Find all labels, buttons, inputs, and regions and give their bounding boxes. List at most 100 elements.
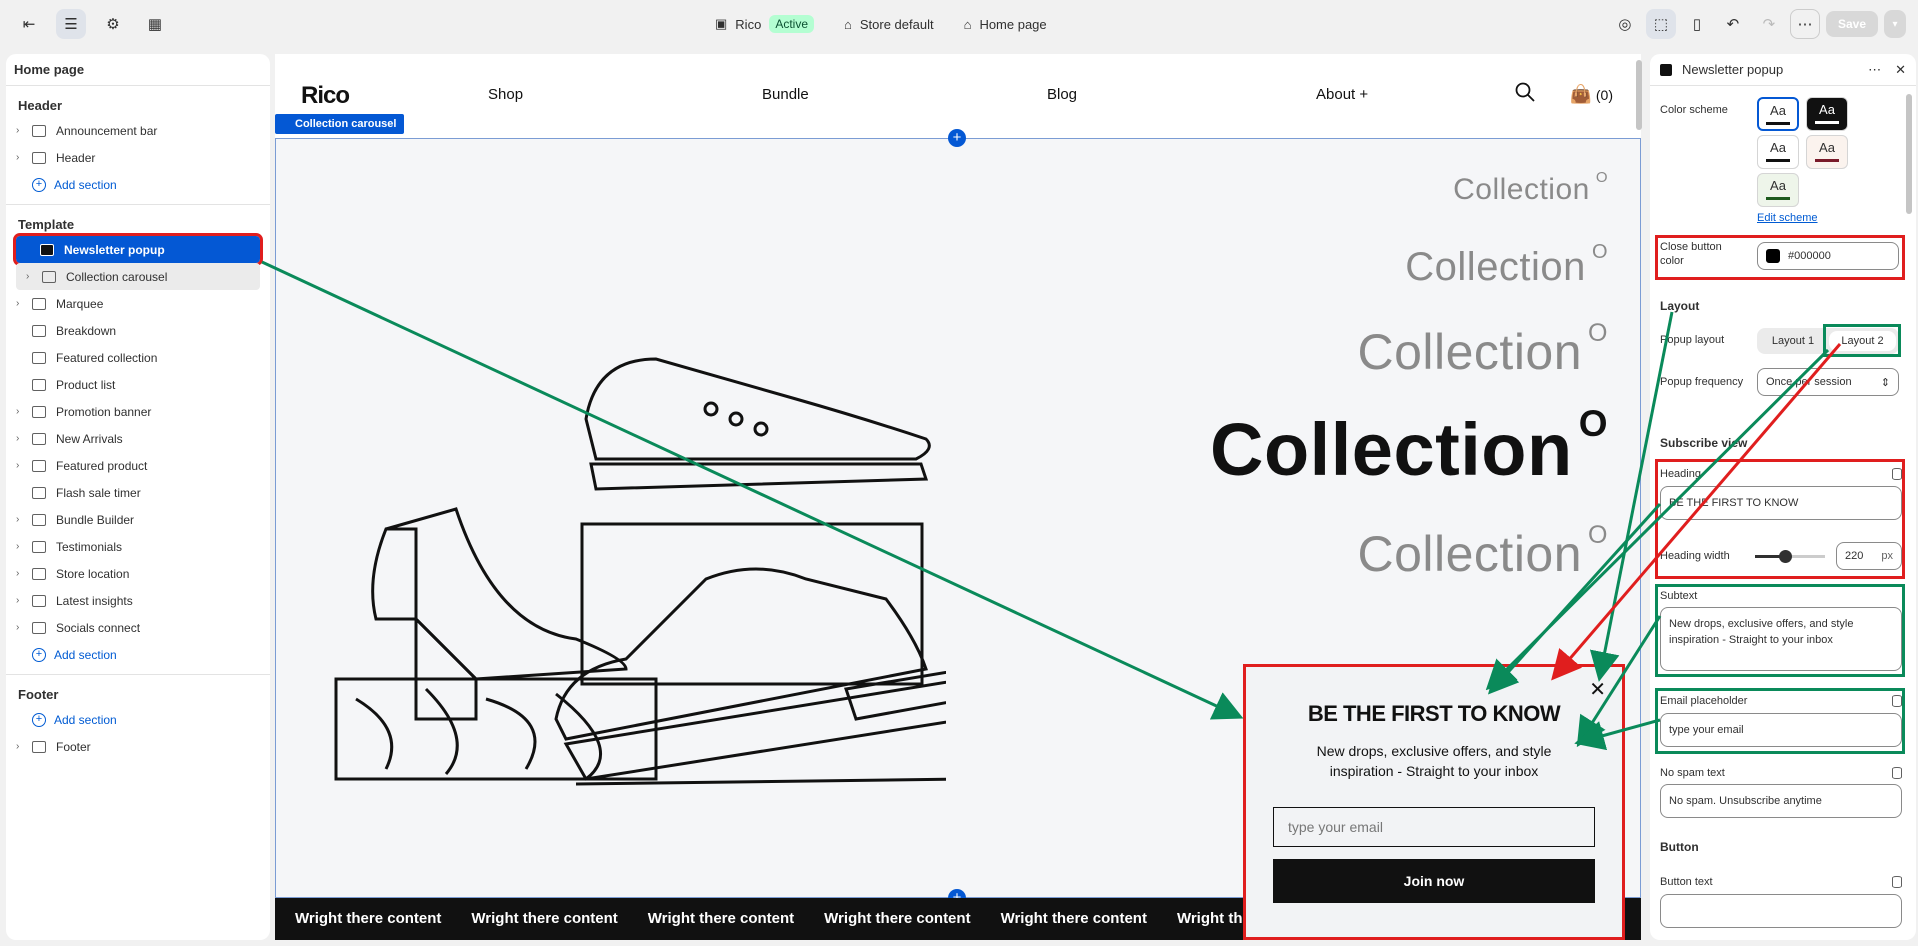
more-icon[interactable]: ⋯ xyxy=(1868,62,1881,78)
apps-icon[interactable]: ▦ xyxy=(140,9,170,39)
section-tag[interactable]: Collection carousel xyxy=(275,114,405,134)
collection-count: O xyxy=(1591,241,1608,263)
store-selector[interactable]: ▣ Rico Active xyxy=(715,15,814,33)
dynamic-source-icon[interactable] xyxy=(1892,876,1902,888)
add-section-template[interactable]: + Add section xyxy=(6,641,270,668)
chevron-right-icon[interactable]: › xyxy=(16,152,28,163)
exit-icon[interactable]: ⇤ xyxy=(14,9,44,39)
nav-bundle[interactable]: Bundle xyxy=(762,86,809,103)
button-text-input[interactable] xyxy=(1660,894,1902,928)
theme-selector[interactable]: ⌂ Store default xyxy=(844,17,934,32)
nav-blog[interactable]: Blog xyxy=(1047,86,1077,103)
chevron-right-icon[interactable]: › xyxy=(16,406,28,417)
collection-item-active[interactable]: Collection O xyxy=(1210,403,1608,492)
sidebar-item-new-arrivals[interactable]: › New Arrivals xyxy=(6,425,270,452)
nav-about[interactable]: About + xyxy=(1316,86,1368,103)
sections-icon[interactable]: ☰ xyxy=(56,9,86,39)
join-now-button[interactable]: Join now xyxy=(1273,859,1595,903)
popup-layout-label: Popup layout xyxy=(1660,334,1725,346)
color-scheme-option-2[interactable]: Aa xyxy=(1806,97,1848,131)
color-scheme-option-3[interactable]: Aa xyxy=(1757,135,1799,169)
search-icon[interactable] xyxy=(1515,82,1535,102)
panel-title: Newsletter popup xyxy=(1682,62,1784,77)
sidebar-title: Home page xyxy=(6,54,270,86)
dynamic-source-icon[interactable] xyxy=(1892,767,1902,779)
chevron-right-icon[interactable]: › xyxy=(16,595,28,606)
save-dropdown-icon[interactable]: ▾ xyxy=(1884,10,1906,38)
sidebar-item-store-location[interactable]: › Store location xyxy=(6,560,270,587)
collection-label: Collection xyxy=(1405,245,1586,289)
collection-item-1[interactable]: Collection O xyxy=(1453,169,1608,207)
preview-canvas: Rico Shop Bundle Blog About + 👜 (0) Coll… xyxy=(275,54,1641,940)
popup-email-input[interactable]: type your email xyxy=(1273,807,1595,847)
store-name: Rico xyxy=(735,16,762,32)
chevron-right-icon[interactable]: › xyxy=(16,433,28,444)
sidebar-item-latest-insights[interactable]: › Latest insights xyxy=(6,587,270,614)
chevron-right-icon[interactable]: › xyxy=(26,271,38,282)
sidebar-item-flash-sale-timer[interactable]: Flash sale timer xyxy=(6,479,270,506)
chevron-right-icon[interactable]: › xyxy=(16,568,28,579)
section-icon xyxy=(32,151,46,164)
chevron-right-icon[interactable]: › xyxy=(16,741,28,752)
sidebar-item-newsletter-popup[interactable]: Newsletter popup xyxy=(13,233,263,266)
more-icon[interactable]: ⋯ xyxy=(1789,9,1820,39)
mobile-preview-icon[interactable]: ▯ xyxy=(1682,9,1712,39)
nav-shop[interactable]: Shop xyxy=(488,86,523,103)
add-section-footer[interactable]: + Add section xyxy=(6,706,270,733)
sidebar-item-label: Promotion banner xyxy=(56,404,152,419)
sidebar-item-promotion-banner[interactable]: › Promotion banner xyxy=(6,398,270,425)
close-icon[interactable]: ✕ xyxy=(1589,677,1606,702)
footer-group-title: Footer xyxy=(18,687,59,702)
panel-header: Newsletter popup ⋯ ✕ xyxy=(1650,54,1916,86)
section-icon xyxy=(32,124,46,137)
chevron-right-icon[interactable]: › xyxy=(16,541,28,552)
save-button[interactable]: Save xyxy=(1825,11,1878,37)
layout-1-option[interactable]: Layout 1 xyxy=(1760,331,1826,351)
color-scheme-option-5[interactable]: Aa xyxy=(1757,173,1799,207)
add-section-header[interactable]: + Add section xyxy=(6,171,270,198)
chevron-right-icon[interactable]: › xyxy=(16,514,28,525)
canvas-scrollbar[interactable] xyxy=(1636,60,1642,130)
section-icon xyxy=(32,351,46,364)
edit-scheme-link[interactable]: Edit scheme xyxy=(1757,212,1818,224)
add-section-top-icon[interactable]: + xyxy=(948,129,966,147)
chevron-right-icon[interactable]: › xyxy=(16,460,28,471)
sidebar-item-product-list[interactable]: Product list xyxy=(6,371,270,398)
shop-icon: ⌂ xyxy=(844,16,852,32)
collection-count: O xyxy=(1578,403,1608,444)
no-spam-input[interactable]: No spam. Unsubscribe anytime xyxy=(1660,784,1902,818)
sidebar-item-socials-connect[interactable]: › Socials connect xyxy=(6,614,270,641)
page-selector[interactable]: ⌂ Home page xyxy=(964,17,1047,32)
color-scheme-option-1[interactable]: Aa xyxy=(1757,97,1799,131)
gear-icon[interactable]: ⚙ xyxy=(98,9,128,39)
shoes-illustration xyxy=(334,357,946,786)
inspector-icon[interactable]: ◎ xyxy=(1610,9,1640,39)
collection-item-3[interactable]: Collection O xyxy=(1357,319,1608,381)
sidebar-item-label: Announcement bar xyxy=(56,123,158,138)
sidebar-item-featured-product[interactable]: › Featured product xyxy=(6,452,270,479)
chevron-right-icon[interactable]: › xyxy=(16,622,28,633)
collection-item-2[interactable]: Collection O xyxy=(1405,241,1608,290)
chevron-right-icon[interactable]: › xyxy=(16,298,28,309)
sidebar-item-marquee[interactable]: › Marquee xyxy=(6,290,270,317)
undo-icon[interactable]: ↶ xyxy=(1718,9,1748,39)
close-icon[interactable]: ✕ xyxy=(1895,62,1906,78)
sidebar-item-collection-carousel[interactable]: › Collection carousel xyxy=(16,263,260,290)
chevron-right-icon[interactable]: › xyxy=(16,125,28,136)
sidebar-item-breakdown[interactable]: Breakdown xyxy=(6,317,270,344)
collection-item-5[interactable]: Collection O xyxy=(1357,521,1608,583)
cart-link[interactable]: 👜 (0) xyxy=(1570,84,1613,105)
panel-scrollbar[interactable] xyxy=(1906,94,1912,214)
color-scheme-option-4[interactable]: Aa xyxy=(1806,135,1848,169)
sidebar-item-bundle-builder[interactable]: › Bundle Builder xyxy=(6,506,270,533)
popup-frequency-select[interactable]: Once per session ⇕ xyxy=(1757,368,1899,396)
sidebar-item-footer[interactable]: › Footer xyxy=(6,733,270,760)
redo-icon[interactable]: ↷ xyxy=(1754,9,1784,39)
swatch-text: Aa xyxy=(1770,140,1786,155)
sidebar-item-announcement-bar[interactable]: › Announcement bar xyxy=(6,117,270,144)
sidebar-item-testimonials[interactable]: › Testimonials xyxy=(6,533,270,560)
sidebar-item-featured-collection[interactable]: Featured collection xyxy=(6,344,270,371)
sidebar-item-header[interactable]: › Header xyxy=(6,144,270,171)
select-tool-icon[interactable]: ⬚ xyxy=(1645,9,1676,39)
store-logo[interactable]: Rico xyxy=(301,82,350,110)
